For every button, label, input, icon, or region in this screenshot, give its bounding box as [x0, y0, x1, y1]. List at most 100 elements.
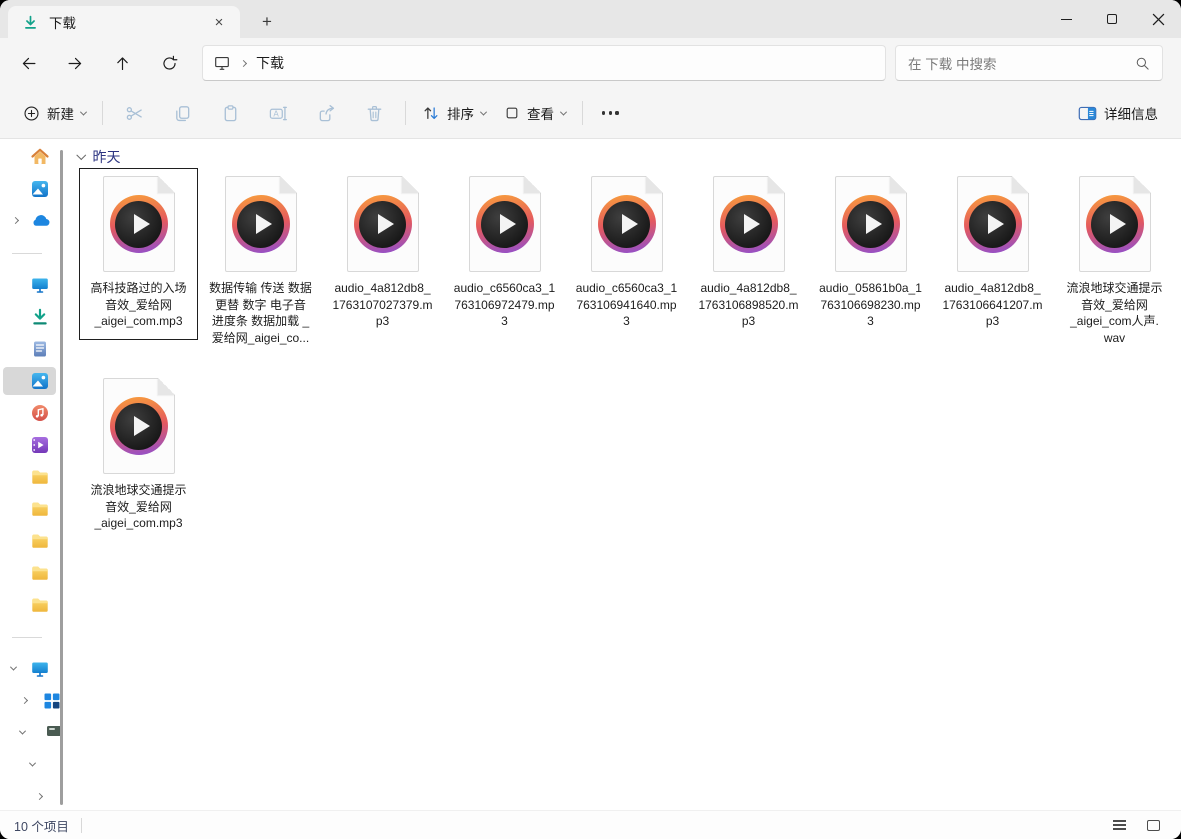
sort-button[interactable]: 排序 — [413, 95, 495, 131]
audio-file-icon — [1078, 176, 1151, 272]
rename-button[interactable]: A — [254, 95, 302, 131]
minimize-button[interactable] — [1043, 0, 1089, 38]
tab-downloads[interactable]: 下载 × — [8, 6, 240, 38]
file-item[interactable]: audio_4a812db8_ 1763106641207.m p3 — [933, 168, 1052, 340]
sidebar-item-gallery[interactable] — [0, 173, 64, 205]
close-button[interactable] — [1135, 0, 1181, 38]
file-item[interactable]: audio_05861b0a_1 763106698230.mp 3 — [811, 168, 930, 340]
delete-icon — [367, 105, 381, 121]
play-badge-icon — [719, 195, 778, 253]
file-item[interactable]: 高科技路过的入场 音效_爱给网 _aigei_com.mp3 — [79, 168, 198, 340]
rename-icon: A — [269, 106, 287, 120]
audio-file-icon — [834, 176, 907, 272]
collapse-chevron-icon[interactable] — [28, 759, 37, 767]
sidebar-item-downloads[interactable] — [0, 301, 64, 333]
new-button[interactable]: 新建 — [14, 95, 95, 131]
onedrive-icon — [33, 215, 50, 226]
expand-chevron-icon[interactable] — [11, 216, 20, 225]
sidebar-item-folder-3[interactable] — [0, 525, 64, 557]
minimize-icon — [1060, 18, 1072, 20]
file-name: audio_4a812db8_ 1763106641207.m p3 — [942, 281, 1043, 328]
details-button[interactable]: 详细信息 — [1069, 95, 1167, 131]
list-view-toggle[interactable] — [1105, 814, 1133, 836]
sidebar-item-music[interactable] — [0, 397, 64, 429]
download-icon — [25, 15, 36, 29]
group-collapse-chevron-icon[interactable] — [76, 150, 86, 160]
sidebar-item-folder-1[interactable] — [0, 461, 64, 493]
cut-button[interactable] — [110, 95, 158, 131]
file-name: audio_4a812db8_ 1763106898520.m p3 — [698, 281, 799, 328]
play-badge-icon — [841, 195, 900, 253]
breadcrumb-downloads[interactable]: 下载 — [256, 53, 284, 73]
home-icon — [31, 148, 49, 164]
sidebar-item-this-pc[interactable] — [0, 653, 64, 685]
group-header-label: 昨天 — [92, 148, 121, 165]
play-badge-icon — [475, 195, 534, 253]
command-bar: 新建 A 排序 查看 详细信息 — [0, 88, 1181, 139]
maximize-button[interactable] — [1089, 0, 1135, 38]
back-button[interactable] — [11, 46, 45, 80]
collapse-chevron-icon[interactable] — [18, 727, 27, 735]
sidebar-item-onedrive[interactable] — [0, 205, 64, 237]
folder-icon — [32, 598, 48, 612]
this-pc-monitor-icon — [32, 662, 48, 677]
expand-chevron-icon[interactable] — [35, 792, 44, 801]
videos-icon — [32, 437, 48, 453]
refresh-button[interactable] — [152, 46, 186, 80]
toolbar-separator — [582, 101, 583, 125]
large-icons-view-toggle[interactable] — [1139, 814, 1167, 836]
up-button[interactable] — [105, 46, 139, 80]
sidebar-item-tree-2[interactable] — [0, 749, 64, 781]
file-item[interactable]: audio_c6560ca3_1 763106972479.mp 3 — [445, 168, 564, 340]
file-item[interactable]: audio_4a812db8_ 1763106898520.m p3 — [689, 168, 808, 340]
file-item[interactable]: 数据传输 传送 数据 更替 数字 电子音 进度条 数据加载 _ 爱给网_aige… — [201, 168, 320, 356]
play-badge-icon — [109, 195, 168, 253]
paste-button[interactable] — [206, 95, 254, 131]
sidebar-item-desktop[interactable] — [0, 269, 64, 301]
details-button-label: 详细信息 — [1104, 107, 1158, 122]
gallery-icon — [32, 181, 48, 197]
sidebar-item-documents[interactable] — [0, 333, 64, 365]
sidebar-item-home[interactable] — [0, 141, 64, 173]
sidebar-item-pictures[interactable] — [0, 365, 64, 397]
sidebar-item-videos[interactable] — [0, 429, 64, 461]
delete-button[interactable] — [350, 95, 398, 131]
tab-close-button[interactable]: × — [208, 11, 230, 33]
sidebar-item-folder-2[interactable] — [0, 493, 64, 525]
file-name: 数据传输 传送 数据 更替 数字 电子音 进度条 数据加载 _ 爱给网_aige… — [209, 281, 312, 345]
toolbar-separator — [102, 101, 103, 125]
sidebar-item-folder-5[interactable] — [0, 589, 64, 621]
copy-button[interactable] — [158, 95, 206, 131]
share-button[interactable] — [302, 95, 350, 131]
search-icon — [1136, 57, 1149, 70]
collapse-chevron-icon[interactable] — [9, 663, 18, 671]
sidebar-item-tree-1[interactable] — [0, 717, 64, 749]
sidebar-item-network[interactable] — [0, 685, 64, 717]
file-item[interactable]: 流浪地球交通提示 音效_爱给网 _aigei_com人声. wav — [1055, 168, 1174, 356]
status-bar: 10 个项目 — [0, 810, 1181, 839]
body-area: 昨天 高科技路过的入场 音效_爱给网 _aigei_com.mp3 数据传输 传… — [0, 140, 1181, 810]
view-button[interactable]: 查看 — [495, 95, 575, 131]
close-icon — [1152, 13, 1164, 25]
file-item[interactable]: audio_c6560ca3_1 763106941640.mp 3 — [567, 168, 686, 340]
more-icon — [615, 111, 619, 115]
more-options-button[interactable] — [590, 111, 631, 115]
svg-text:A: A — [273, 109, 279, 118]
folder-icon — [32, 534, 48, 548]
audio-file-icon — [468, 176, 541, 272]
search-box[interactable]: 在 下载 中搜索 — [895, 45, 1163, 81]
file-item[interactable]: audio_4a812db8_ 1763107027379.m p3 — [323, 168, 442, 340]
new-tab-button[interactable]: + — [254, 10, 280, 34]
file-name: 流浪地球交通提示 音效_爱给网 _aigei_com.mp3 — [90, 483, 187, 530]
up-icon — [116, 56, 128, 70]
forward-button[interactable] — [58, 46, 92, 80]
file-name: 高科技路过的入场 音效_爱给网 _aigei_com.mp3 — [90, 281, 187, 328]
file-item[interactable]: 流浪地球交通提示 音效_爱给网 _aigei_com.mp3 — [79, 370, 198, 542]
sidebar-scrollbar[interactable] — [60, 150, 63, 805]
address-bar[interactable]: 下载 — [202, 45, 886, 81]
pictures-icon — [32, 373, 48, 389]
group-header-yesterday: 昨天 — [66, 140, 1181, 166]
sidebar-item-folder-4[interactable] — [0, 557, 64, 589]
expand-chevron-icon[interactable] — [20, 696, 29, 705]
sidebar-item-tree-3[interactable] — [0, 781, 64, 810]
